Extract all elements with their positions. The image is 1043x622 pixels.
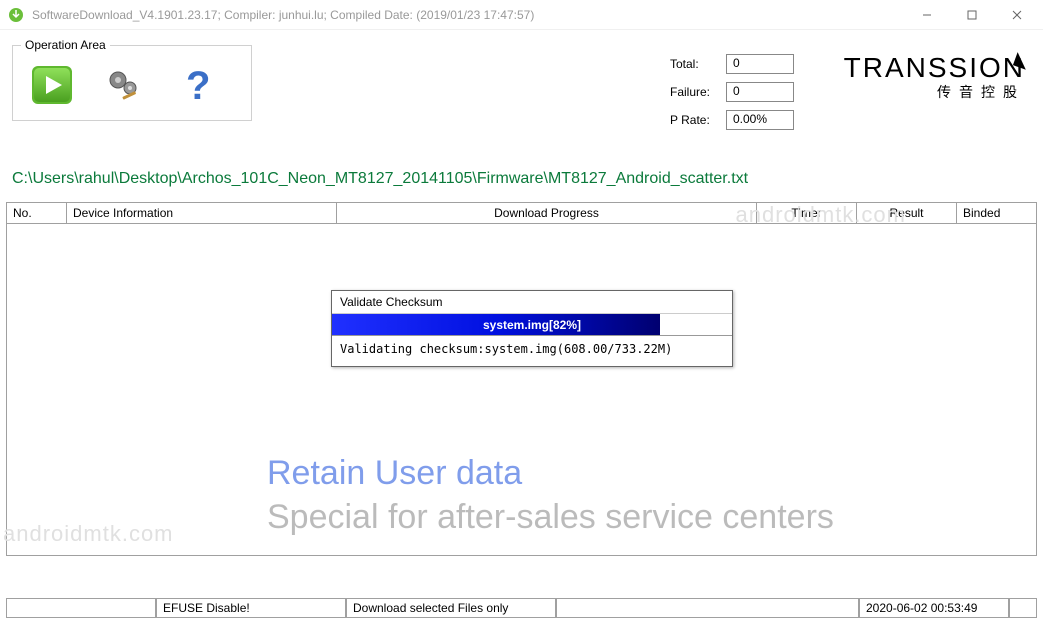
total-label: Total: xyxy=(670,57,726,71)
stats-panel: Total: 0 Failure: 0 P Rate: 0.00% xyxy=(670,52,794,136)
svg-text:?: ? xyxy=(186,64,210,107)
dialog-title: Validate Checksum xyxy=(332,291,732,314)
status-datetime: 2020-06-02 00:53:49 xyxy=(859,599,1009,618)
progress-bar: system.img[82%] xyxy=(332,314,732,336)
failure-label: Failure: xyxy=(670,85,726,99)
prate-label: P Rate: xyxy=(670,113,726,127)
total-value: 0 xyxy=(726,54,794,74)
statusbar: EFUSE Disable! Download selected Files o… xyxy=(6,598,1037,618)
scatter-file-path: C:\Users\rahul\Desktop\Archos_101C_Neon_… xyxy=(0,160,1043,194)
status-cell-1 xyxy=(6,599,156,618)
operation-area: Operation Area ? xyxy=(12,38,252,121)
brand-logo: TRANSSION◣ 传音控股 xyxy=(844,52,1025,102)
device-table: No. Device Information Download Progress… xyxy=(6,202,1037,556)
window-titlebar: SoftwareDownload_V4.1901.23.17; Compiler… xyxy=(0,0,1043,30)
watermark-2: androidmtk.com xyxy=(3,521,174,547)
table-body: androidmtk.com Validate Checksum system.… xyxy=(6,224,1037,556)
app-icon xyxy=(8,7,24,23)
help-button[interactable]: ? xyxy=(171,62,221,108)
brand-main: TRANSSION◣ xyxy=(844,52,1025,84)
close-button[interactable] xyxy=(994,1,1039,29)
status-mode: Download selected Files only xyxy=(346,599,556,618)
col-binded[interactable]: Binded xyxy=(957,203,1037,223)
prate-value: 0.00% xyxy=(726,110,794,130)
brand-sub: 传音控股 xyxy=(844,82,1025,102)
status-efuse: EFUSE Disable! xyxy=(156,599,346,618)
col-progress[interactable]: Download Progress xyxy=(337,203,757,223)
dialog-status: Validating checksum:system.img(608.00/73… xyxy=(332,336,732,366)
overlay-retain: Retain User data xyxy=(267,454,522,493)
top-panel: Operation Area ? Total: 0 Failure: 0 P R… xyxy=(0,30,1043,160)
status-cell-6 xyxy=(1009,599,1037,618)
watermark: androidmtk.com xyxy=(735,202,906,228)
col-no[interactable]: No. xyxy=(7,203,67,223)
minimize-button[interactable] xyxy=(904,1,949,29)
settings-button[interactable] xyxy=(99,62,149,108)
checksum-dialog: Validate Checksum system.img[82%] Valida… xyxy=(331,290,733,367)
col-device[interactable]: Device Information xyxy=(67,203,337,223)
operation-legend: Operation Area xyxy=(21,38,110,52)
play-button[interactable] xyxy=(27,62,77,108)
window-title: SoftwareDownload_V4.1901.23.17; Compiler… xyxy=(32,8,904,22)
progress-text: system.img[82%] xyxy=(332,314,732,336)
failure-value: 0 xyxy=(726,82,794,102)
maximize-button[interactable] xyxy=(949,1,994,29)
status-cell-4 xyxy=(556,599,859,618)
overlay-special: Special for after-sales service centers xyxy=(267,498,834,537)
